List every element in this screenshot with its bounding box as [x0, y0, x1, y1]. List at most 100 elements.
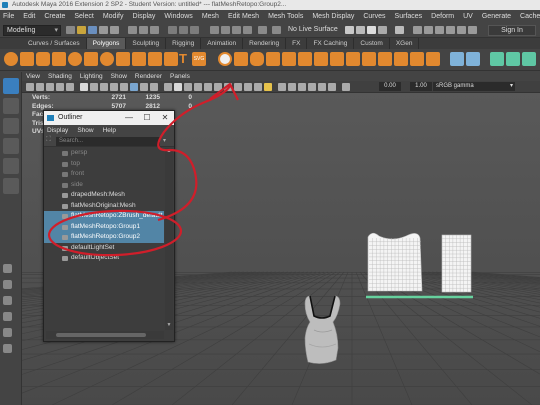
minimize-icon[interactable]: — — [120, 111, 138, 125]
search-dropdown-icon[interactable]: ▾ — [163, 137, 166, 144]
outliner-item[interactable]: drapedMesh:Mesh — [44, 190, 164, 201]
maximize-icon[interactable]: ☐ — [138, 111, 156, 125]
uv-planar-icon[interactable] — [450, 52, 464, 66]
extrude-icon[interactable] — [282, 52, 296, 66]
render-icon[interactable] — [345, 26, 354, 34]
pick-mask-icon-3[interactable] — [190, 26, 199, 34]
outliner-item[interactable]: front — [44, 169, 164, 180]
redo-icon[interactable] — [110, 26, 119, 34]
shelf-tab-rigging[interactable]: Rigging — [166, 38, 202, 49]
multi-cut-icon[interactable] — [346, 52, 360, 66]
menu-edit[interactable]: Edit — [23, 13, 35, 20]
mesh-combine-icon[interactable] — [218, 52, 232, 66]
layout-icon-6[interactable] — [3, 344, 12, 353]
filter-icon[interactable]: ⛶ — [46, 136, 51, 144]
bevel-icon[interactable] — [298, 52, 312, 66]
bridge-icon[interactable] — [266, 52, 280, 66]
menu-select[interactable]: Select — [74, 13, 93, 20]
pick-mask-icon-2[interactable] — [179, 26, 188, 34]
outliner-horizontal-scrollbar[interactable] — [46, 331, 164, 339]
mesh-separate-icon[interactable] — [234, 52, 248, 66]
outliner-item[interactable]: persp — [44, 148, 164, 159]
render-settings-icon[interactable] — [367, 26, 376, 34]
ipr-render-icon[interactable] — [356, 26, 365, 34]
outliner-layout-icon[interactable] — [3, 312, 12, 321]
outliner-item[interactable]: flatMeshRetopo:ZBrush_default_gr — [44, 211, 164, 222]
sidebar-toggle-icon-5[interactable] — [457, 26, 466, 34]
single-layout-icon[interactable] — [3, 264, 12, 273]
flat-mesh-piece-front[interactable] — [367, 232, 423, 292]
smooth-icon[interactable] — [250, 52, 264, 66]
merge-icon[interactable] — [314, 52, 328, 66]
text-tool-icon[interactable]: T — [176, 52, 190, 66]
menu-curves[interactable]: Curves — [363, 13, 385, 20]
shelf-tab-fx[interactable]: FX — [286, 38, 308, 49]
snap-view-plane-icon[interactable] — [243, 26, 252, 34]
outliner-vertical-scrollbar[interactable]: ▲ ▼ — [165, 148, 173, 330]
shelf-tab-fx-caching[interactable]: FX Caching — [307, 38, 355, 49]
uv-sew-icon[interactable] — [522, 52, 536, 66]
menu-mesh-tools[interactable]: Mesh Tools — [268, 13, 303, 20]
poly-cube-icon[interactable] — [20, 52, 34, 66]
rotate-tool-icon[interactable] — [3, 158, 19, 174]
poly-sphere-icon[interactable] — [4, 52, 18, 66]
move-tool-icon[interactable] — [3, 138, 19, 154]
lasso-tool-icon[interactable] — [3, 98, 19, 114]
menu-mesh-display[interactable]: Mesh Display — [312, 13, 354, 20]
target-weld-icon[interactable] — [362, 52, 376, 66]
menu-file[interactable]: File — [3, 13, 14, 20]
outliner-item[interactable]: side — [44, 180, 164, 191]
outliner-search-input[interactable]: Search... — [56, 137, 160, 146]
hypershade-icon[interactable] — [378, 26, 387, 34]
uv-editor-icon[interactable] — [490, 52, 504, 66]
sidebar-toggle-icon-3[interactable] — [435, 26, 444, 34]
outliner-item[interactable]: defaultLightSet — [44, 243, 164, 254]
paint-select-icon[interactable] — [3, 118, 19, 134]
outliner-title-bar[interactable]: Outliner — ☐ ✕ — [44, 111, 174, 125]
offset-loop-icon[interactable] — [426, 52, 440, 66]
menu-display[interactable]: Display — [132, 13, 155, 20]
graph-layout-icon[interactable] — [3, 328, 12, 337]
menu-generate[interactable]: Generate — [482, 13, 511, 20]
menu-edit-mesh[interactable]: Edit Mesh — [228, 13, 259, 20]
poly-cylinder-icon[interactable] — [36, 52, 50, 66]
outliner-item[interactable]: flatMeshRetopo:Group2 — [44, 232, 164, 243]
menu-windows[interactable]: Windows — [164, 13, 192, 20]
sidebar-toggle-icon-4[interactable] — [446, 26, 455, 34]
menu-modify[interactable]: Modify — [103, 13, 124, 20]
flat-mesh-piece-back[interactable] — [441, 234, 472, 293]
outliner-item[interactable]: defaultObjectSet — [44, 253, 164, 264]
svg-tool-icon[interactable]: SVG — [192, 52, 206, 66]
pyramid-icon[interactable] — [132, 52, 146, 66]
undo-icon[interactable] — [99, 26, 108, 34]
snap-point-icon[interactable] — [232, 26, 241, 34]
menu-deform[interactable]: Deform — [431, 13, 454, 20]
menu-mesh[interactable]: Mesh — [202, 13, 219, 20]
outliner-item[interactable]: flatMeshRetopo:Group1 — [44, 221, 164, 232]
save-scene-icon[interactable] — [88, 26, 97, 34]
menu-uv[interactable]: UV — [463, 13, 473, 20]
open-scene-icon[interactable] — [77, 26, 86, 34]
sidebar-toggle-icon[interactable] — [413, 26, 422, 34]
poly-disc-icon[interactable] — [100, 52, 114, 66]
snap-curve-icon[interactable] — [221, 26, 230, 34]
poly-cone-icon[interactable] — [52, 52, 66, 66]
four-layout-icon[interactable] — [3, 280, 12, 289]
shelf-tab-curves-surfaces[interactable]: Curves / Surfaces — [22, 38, 87, 49]
shelf-tab-animation[interactable]: Animation — [201, 38, 244, 49]
shelf-tab-xgen[interactable]: XGen — [389, 38, 420, 49]
two-layout-icon[interactable] — [3, 296, 12, 305]
render-view-icon[interactable] — [395, 26, 404, 34]
outliner-item[interactable]: flatMeshOriginal:Mesh — [44, 201, 164, 212]
shelf-tab-polygons[interactable]: Polygons — [86, 38, 127, 49]
uv-cut-icon[interactable] — [506, 52, 520, 66]
outliner-menu-display[interactable]: Display — [47, 125, 68, 136]
uv-auto-icon[interactable] — [466, 52, 480, 66]
select-component-icon[interactable] — [150, 26, 159, 34]
outliner-menu-show[interactable]: Show — [77, 125, 93, 136]
outliner-item[interactable]: top — [44, 159, 164, 170]
shelf-tab-custom[interactable]: Custom — [354, 38, 390, 49]
menu-surfaces[interactable]: Surfaces — [395, 13, 423, 20]
bevel-tool-icon[interactable] — [330, 52, 344, 66]
new-scene-icon[interactable] — [66, 26, 75, 34]
